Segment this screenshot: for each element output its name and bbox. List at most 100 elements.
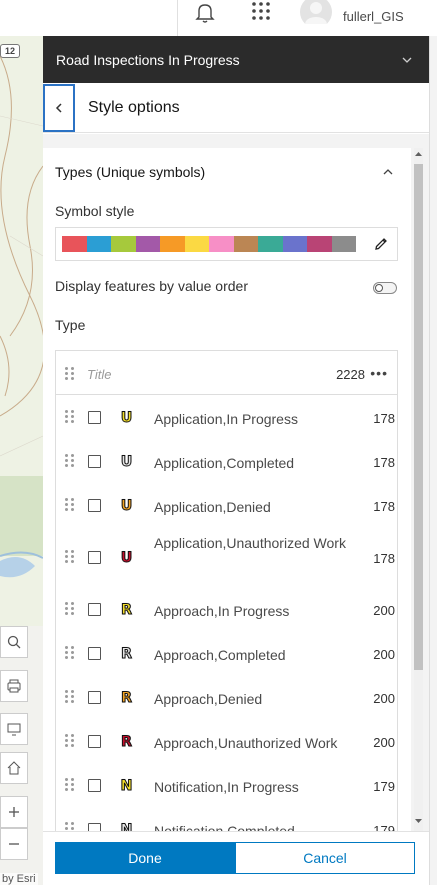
- drag-handle-icon[interactable]: [65, 410, 74, 423]
- row-checkbox[interactable]: [88, 735, 101, 748]
- feature-count: 178: [373, 499, 395, 514]
- drag-handle-icon[interactable]: [65, 646, 74, 659]
- pencil-icon[interactable]: [373, 236, 389, 252]
- row-checkbox[interactable]: [88, 603, 101, 616]
- table-row[interactable]: U Application,In Progress 178: [56, 395, 397, 439]
- basemap-button[interactable]: [0, 713, 28, 745]
- table-row[interactable]: U Application,Unauthorized Work 178: [56, 527, 397, 587]
- row-checkbox[interactable]: [88, 779, 101, 792]
- row-checkbox[interactable]: [88, 551, 101, 564]
- drag-handle-icon[interactable]: [65, 454, 74, 467]
- table-row[interactable]: R Approach,Denied 200: [56, 675, 397, 719]
- app-launcher-grid-icon[interactable]: [250, 1, 272, 23]
- row-checkbox[interactable]: [88, 455, 101, 468]
- type-label[interactable]: Approach,Completed: [154, 644, 354, 666]
- feature-count: 200: [373, 603, 395, 618]
- scrollbar-thumb[interactable]: [414, 164, 423, 670]
- type-label[interactable]: Application,Completed: [154, 452, 354, 474]
- home-button[interactable]: [0, 752, 28, 784]
- drag-handle-icon[interactable]: [65, 734, 74, 747]
- type-label[interactable]: Approach,Unauthorized Work: [154, 732, 354, 754]
- table-row[interactable]: N Notification,In Progress 179: [56, 763, 397, 807]
- drag-handle-icon[interactable]: [65, 690, 74, 703]
- row-checkbox[interactable]: [88, 411, 101, 424]
- chevron-up-icon[interactable]: [383, 168, 393, 176]
- color-swatch: [209, 236, 234, 252]
- scroll-down-arrow-icon[interactable]: [414, 816, 423, 825]
- table-row[interactable]: R Approach,In Progress 200: [56, 587, 397, 631]
- type-label[interactable]: Application,Denied: [154, 496, 354, 518]
- drag-handle-icon[interactable]: [65, 550, 74, 563]
- zoom-out-button[interactable]: [0, 828, 28, 860]
- symbol-swatch[interactable]: N: [117, 776, 136, 795]
- map-attribution[interactable]: by Esri: [0, 873, 38, 885]
- symbol-swatch[interactable]: R: [117, 732, 136, 751]
- color-swatch: [331, 236, 356, 252]
- scrollbar[interactable]: [412, 148, 424, 831]
- feature-count: 178: [373, 551, 395, 566]
- value-order-toggle[interactable]: [373, 282, 397, 294]
- row-checkbox[interactable]: [88, 691, 101, 704]
- panel-header[interactable]: Road Inspections In Progress: [43, 36, 429, 83]
- drag-handle-icon[interactable]: [65, 778, 74, 791]
- color-swatch: [233, 236, 258, 252]
- color-swatch: [307, 236, 332, 252]
- type-label[interactable]: Application,Unauthorized Work: [154, 532, 354, 554]
- map-view[interactable]: 12 by Esri: [0, 36, 43, 885]
- chevron-left-icon: [55, 102, 62, 113]
- symbol-swatch[interactable]: U: [117, 408, 136, 427]
- cancel-button[interactable]: Cancel: [235, 842, 415, 874]
- row-checkbox[interactable]: [88, 499, 101, 512]
- feature-count: 178: [373, 411, 395, 426]
- symbol-swatch[interactable]: U: [117, 452, 136, 471]
- type-label[interactable]: Notification,Completed: [154, 820, 354, 831]
- type-label: Type: [55, 317, 86, 333]
- row-checkbox[interactable]: [88, 823, 101, 831]
- color-swatch: [111, 236, 136, 252]
- table-row[interactable]: U Application,Completed 178: [56, 439, 397, 483]
- symbol-swatch[interactable]: R: [117, 600, 136, 619]
- symbol-swatch[interactable]: R: [117, 644, 136, 663]
- zoom-in-button[interactable]: [0, 796, 28, 828]
- page-title: Style options: [88, 98, 180, 116]
- drag-handle-icon[interactable]: [65, 367, 74, 380]
- notifications-bell-icon[interactable]: [193, 1, 217, 25]
- title-placeholder[interactable]: Title: [87, 367, 111, 382]
- drag-handle-icon[interactable]: [65, 602, 74, 615]
- row-checkbox[interactable]: [88, 647, 101, 660]
- username-label[interactable]: fullerl_GIS: [343, 9, 404, 24]
- symbol-style-picker[interactable]: [55, 227, 398, 261]
- types-table: Title 2228 ••• U Application,In Progress 1…: [55, 350, 398, 831]
- style-options-header: Style options: [43, 83, 429, 133]
- done-button[interactable]: Done: [55, 842, 235, 874]
- type-label[interactable]: Approach,In Progress: [154, 600, 354, 622]
- user-avatar[interactable]: [299, 0, 333, 24]
- color-swatch: [62, 236, 87, 252]
- back-button[interactable]: [43, 83, 75, 132]
- table-row[interactable]: R Approach,Completed 200: [56, 631, 397, 675]
- more-options-button[interactable]: •••: [370, 365, 388, 381]
- search-map-button[interactable]: [0, 626, 28, 658]
- total-count: 2228: [336, 367, 365, 382]
- style-content: Types (Unique symbols) Symbol style Disp…: [43, 134, 429, 831]
- table-row[interactable]: N Notification,Completed 179: [56, 807, 397, 831]
- type-label[interactable]: Notification,In Progress: [154, 776, 354, 798]
- drag-handle-icon[interactable]: [65, 498, 74, 511]
- type-label[interactable]: Application,In Progress: [154, 408, 354, 430]
- panel-footer: Done Cancel: [43, 831, 429, 885]
- symbol-swatch[interactable]: U: [117, 548, 136, 567]
- printer-icon: [7, 679, 21, 693]
- scroll-up-arrow-icon[interactable]: [414, 150, 423, 159]
- table-row[interactable]: U Application,Denied 178: [56, 483, 397, 527]
- table-row[interactable]: R Approach,Unauthorized Work 200: [56, 719, 397, 763]
- style-panel: Road Inspections In Progress Style optio…: [43, 36, 429, 885]
- drag-handle-icon[interactable]: [65, 822, 74, 831]
- symbol-swatch[interactable]: U: [117, 496, 136, 515]
- symbol-swatch[interactable]: N: [117, 820, 136, 831]
- home-icon: [7, 761, 21, 775]
- type-label[interactable]: Approach,Denied: [154, 688, 354, 710]
- symbol-swatch[interactable]: R: [117, 688, 136, 707]
- print-map-button[interactable]: [0, 670, 28, 702]
- chevron-down-icon[interactable]: [401, 54, 413, 66]
- section-title[interactable]: Types (Unique symbols): [55, 164, 205, 180]
